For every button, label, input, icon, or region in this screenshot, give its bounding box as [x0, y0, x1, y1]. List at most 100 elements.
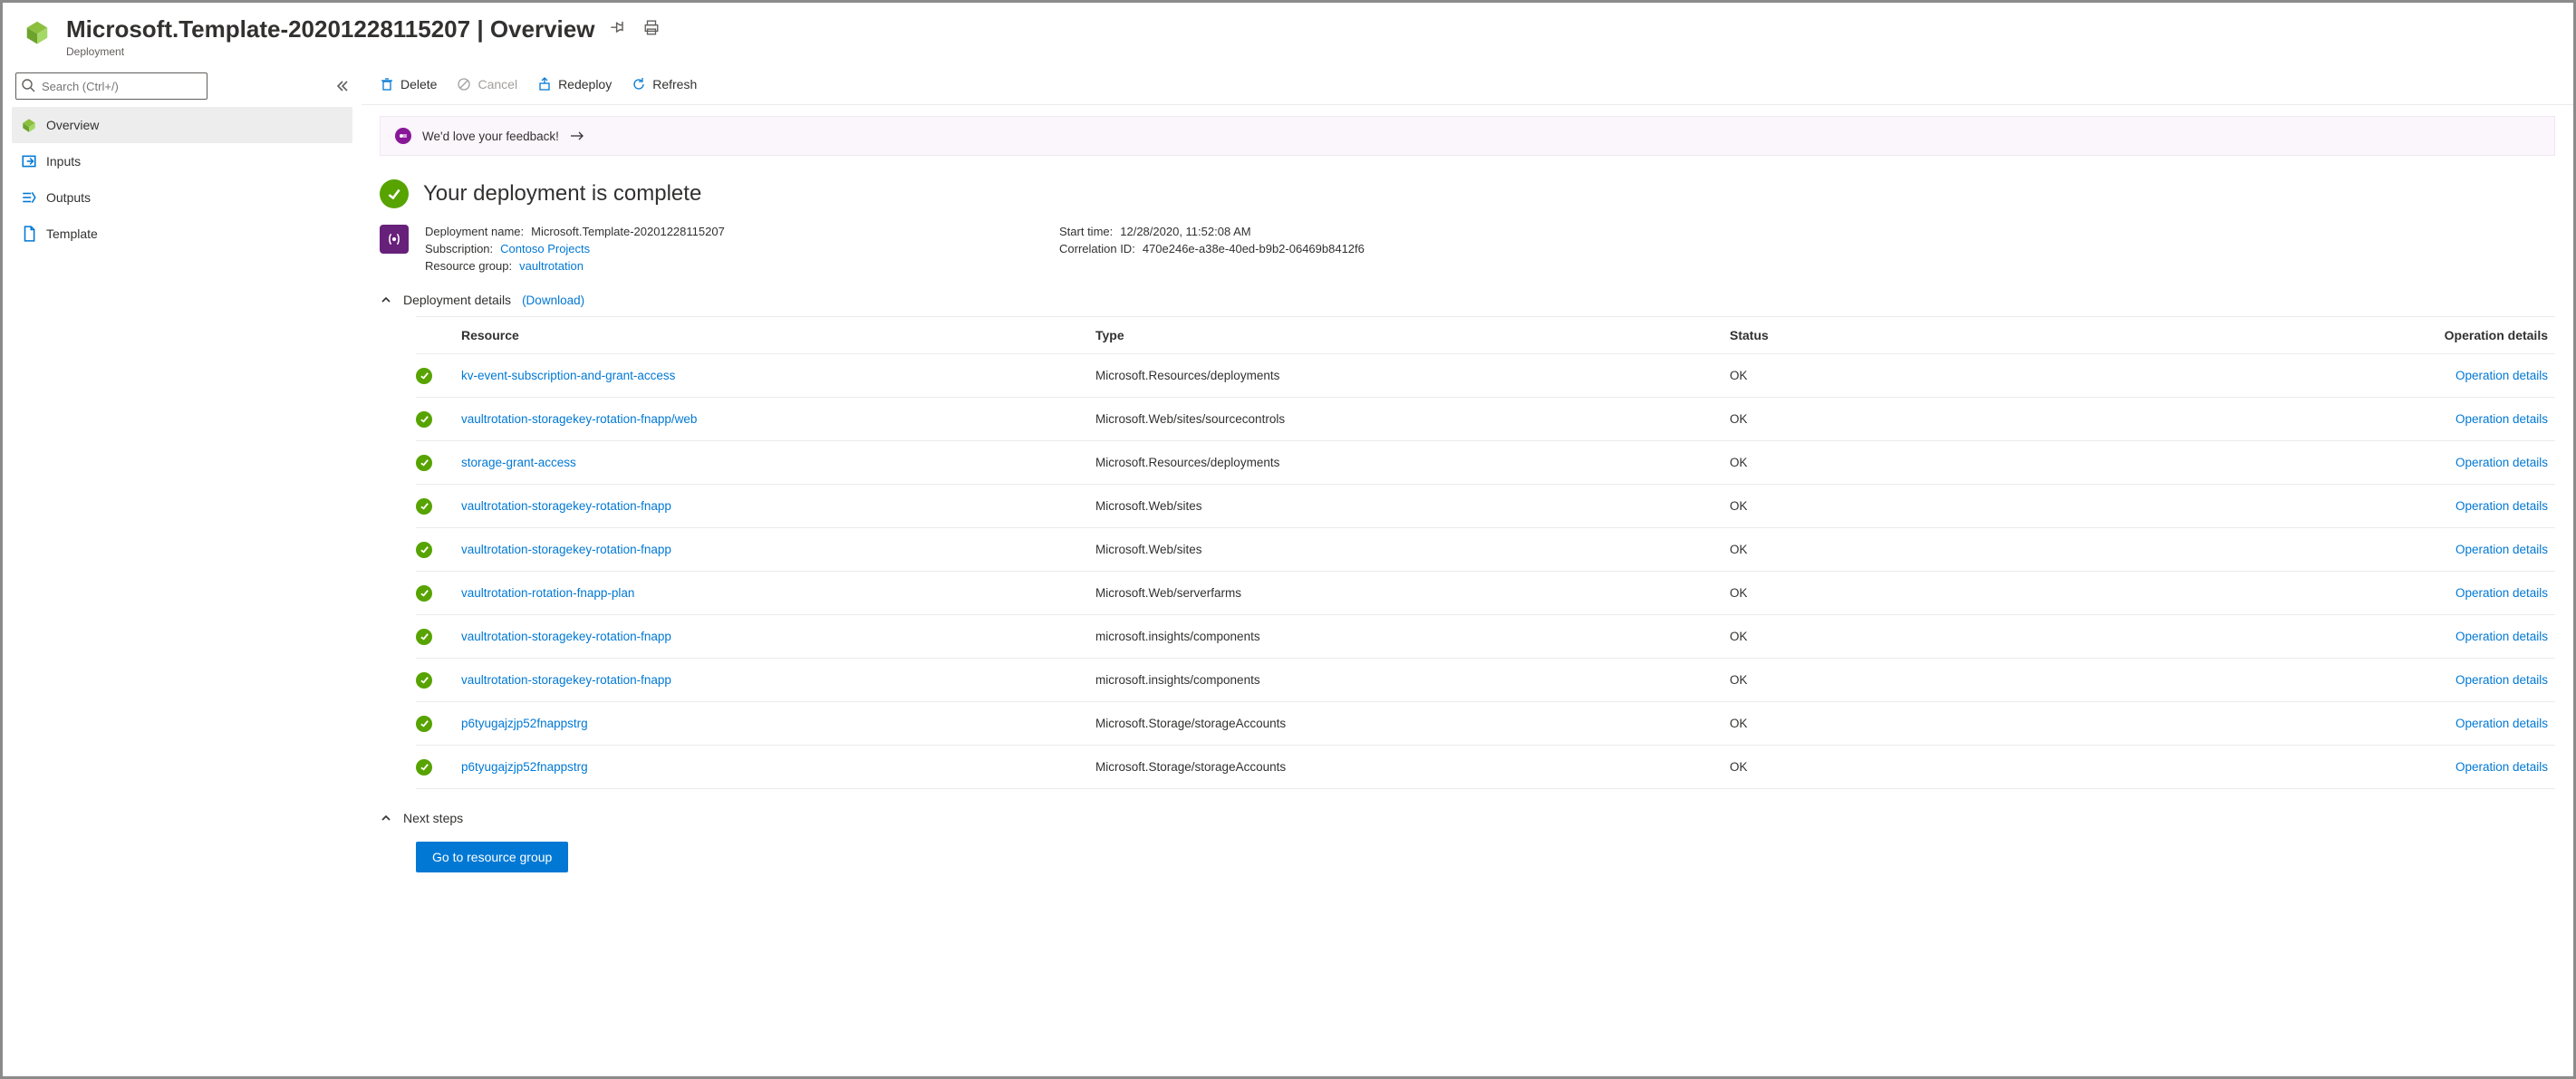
sidebar-item-template[interactable]: Template [12, 216, 352, 252]
inputs-icon [21, 153, 37, 169]
pin-icon[interactable] [611, 20, 627, 39]
label-correlation-id: Correlation ID: [1059, 242, 1135, 255]
chevron-up-icon [380, 812, 392, 824]
status-title: Your deployment is complete [423, 181, 701, 207]
page-title: Microsoft.Template-20201228115207 | Over… [66, 15, 594, 43]
table-row: p6tyugajzjp52fnappstrgMicrosoft.Storage/… [416, 746, 2555, 789]
deployment-meta: Deployment name: Microsoft.Template-2020… [380, 225, 2555, 273]
deployment-details-table: Resource Type Status Operation details k… [416, 316, 2555, 789]
label-subscription: Subscription: [425, 242, 493, 255]
resource-status: OK [1730, 717, 2364, 730]
label-start-time: Start time: [1059, 225, 1113, 238]
resource-type: Microsoft.Resources/deployments [1095, 456, 1730, 469]
operation-details-link[interactable]: Operation details [2364, 369, 2555, 382]
sidebar-item-label: Overview [46, 118, 99, 132]
refresh-button[interactable]: Refresh [632, 77, 697, 92]
resource-type: Microsoft.Web/sites [1095, 543, 1730, 556]
value-start-time: 12/28/2020, 11:52:08 AM [1120, 225, 1250, 238]
delete-button[interactable]: Delete [380, 77, 437, 92]
sidebar-item-inputs[interactable]: Inputs [12, 143, 352, 179]
subscription-link[interactable]: Contoso Projects [500, 242, 590, 255]
operation-details-link[interactable]: Operation details [2364, 717, 2555, 730]
row-success-icon [416, 368, 432, 384]
resource-link[interactable]: storage-grant-access [461, 456, 1095, 469]
command-bar: Delete Cancel Redeploy Refresh [362, 63, 2573, 105]
table-row: vaultrotation-storagekey-rotation-fnappm… [416, 659, 2555, 702]
th-resource: Resource [461, 328, 1095, 342]
arrow-right-icon [570, 130, 584, 141]
operation-details-link[interactable]: Operation details [2364, 543, 2555, 556]
resource-status: OK [1730, 412, 2364, 426]
resource-type: Microsoft.Storage/storageAccounts [1095, 760, 1730, 774]
resource-link[interactable]: vaultrotation-storagekey-rotation-fnapp/… [461, 412, 1095, 426]
collapse-sidebar-icon[interactable] [334, 79, 349, 93]
deployment-details-toggle[interactable]: Deployment details (Download) [380, 293, 2555, 307]
feedback-icon [395, 128, 411, 144]
operation-details-link[interactable]: Operation details [2364, 586, 2555, 600]
operation-details-link[interactable]: Operation details [2364, 760, 2555, 774]
resource-status: OK [1730, 543, 2364, 556]
sidebar-item-label: Template [46, 226, 98, 241]
redeploy-icon [537, 77, 552, 92]
row-success-icon [416, 411, 432, 428]
table-header: Resource Type Status Operation details [416, 316, 2555, 354]
overview-icon [21, 117, 37, 133]
table-row: vaultrotation-storagekey-rotation-fnappM… [416, 485, 2555, 528]
resource-status: OK [1730, 586, 2364, 600]
row-success-icon [416, 585, 432, 602]
sidebar-item-label: Inputs [46, 154, 81, 169]
cancel-icon [457, 77, 471, 92]
resource-type: microsoft.insights/components [1095, 673, 1730, 687]
resource-type: microsoft.insights/components [1095, 630, 1730, 643]
search-input[interactable] [15, 72, 207, 100]
arm-template-icon [380, 225, 409, 254]
success-check-icon [380, 179, 409, 208]
sidebar-item-outputs[interactable]: Outputs [12, 179, 352, 216]
resource-link[interactable]: vaultrotation-storagekey-rotation-fnapp [461, 673, 1095, 687]
table-row: vaultrotation-storagekey-rotation-fnappm… [416, 615, 2555, 659]
page-subtitle: Deployment [66, 45, 660, 58]
operation-details-link[interactable]: Operation details [2364, 412, 2555, 426]
next-steps-toggle[interactable]: Next steps [380, 811, 2555, 825]
resource-link[interactable]: p6tyugajzjp52fnappstrg [461, 717, 1095, 730]
row-success-icon [416, 542, 432, 558]
operation-details-link[interactable]: Operation details [2364, 456, 2555, 469]
redeploy-button[interactable]: Redeploy [537, 77, 612, 92]
feedback-banner[interactable]: We'd love your feedback! [380, 116, 2555, 156]
row-success-icon [416, 455, 432, 471]
resource-link[interactable]: p6tyugajzjp52fnappstrg [461, 760, 1095, 774]
operation-details-link[interactable]: Operation details [2364, 673, 2555, 687]
sidebar-item-overview[interactable]: Overview [12, 107, 352, 143]
label-deployment-name: Deployment name: [425, 225, 524, 238]
resource-type: Microsoft.Storage/storageAccounts [1095, 717, 1730, 730]
go-to-resource-group-button[interactable]: Go to resource group [416, 842, 568, 872]
resource-link[interactable]: kv-event-subscription-and-grant-access [461, 369, 1095, 382]
resource-link[interactable]: vaultrotation-storagekey-rotation-fnapp [461, 543, 1095, 556]
resource-link[interactable]: vaultrotation-rotation-fnapp-plan [461, 586, 1095, 600]
resource-link[interactable]: vaultrotation-storagekey-rotation-fnapp [461, 499, 1095, 513]
operation-details-link[interactable]: Operation details [2364, 499, 2555, 513]
row-success-icon [416, 759, 432, 776]
cancel-button: Cancel [457, 77, 517, 92]
resource-type: Microsoft.Web/serverfarms [1095, 586, 1730, 600]
label-resource-group: Resource group: [425, 259, 512, 273]
resource-link[interactable]: vaultrotation-storagekey-rotation-fnapp [461, 630, 1095, 643]
table-row: vaultrotation-storagekey-rotation-fnappM… [416, 528, 2555, 572]
th-operation-details: Operation details [2364, 328, 2555, 342]
table-row: p6tyugajzjp52fnappstrgMicrosoft.Storage/… [416, 702, 2555, 746]
value-deployment-name: Microsoft.Template-20201228115207 [531, 225, 725, 238]
resource-status: OK [1730, 760, 2364, 774]
print-icon[interactable] [643, 20, 660, 39]
sidebar-item-label: Outputs [46, 190, 91, 205]
resource-status: OK [1730, 673, 2364, 687]
resource-group-link[interactable]: vaultrotation [519, 259, 584, 273]
outputs-icon [21, 189, 37, 206]
operation-details-link[interactable]: Operation details [2364, 630, 2555, 643]
resource-type: Microsoft.Resources/deployments [1095, 369, 1730, 382]
value-correlation-id: 470e246e-a38e-40ed-b9b2-06469b8412f6 [1143, 242, 1365, 255]
row-success-icon [416, 498, 432, 515]
row-success-icon [416, 672, 432, 689]
download-link[interactable]: (Download) [522, 294, 584, 307]
row-success-icon [416, 629, 432, 645]
th-status: Status [1730, 328, 2364, 342]
